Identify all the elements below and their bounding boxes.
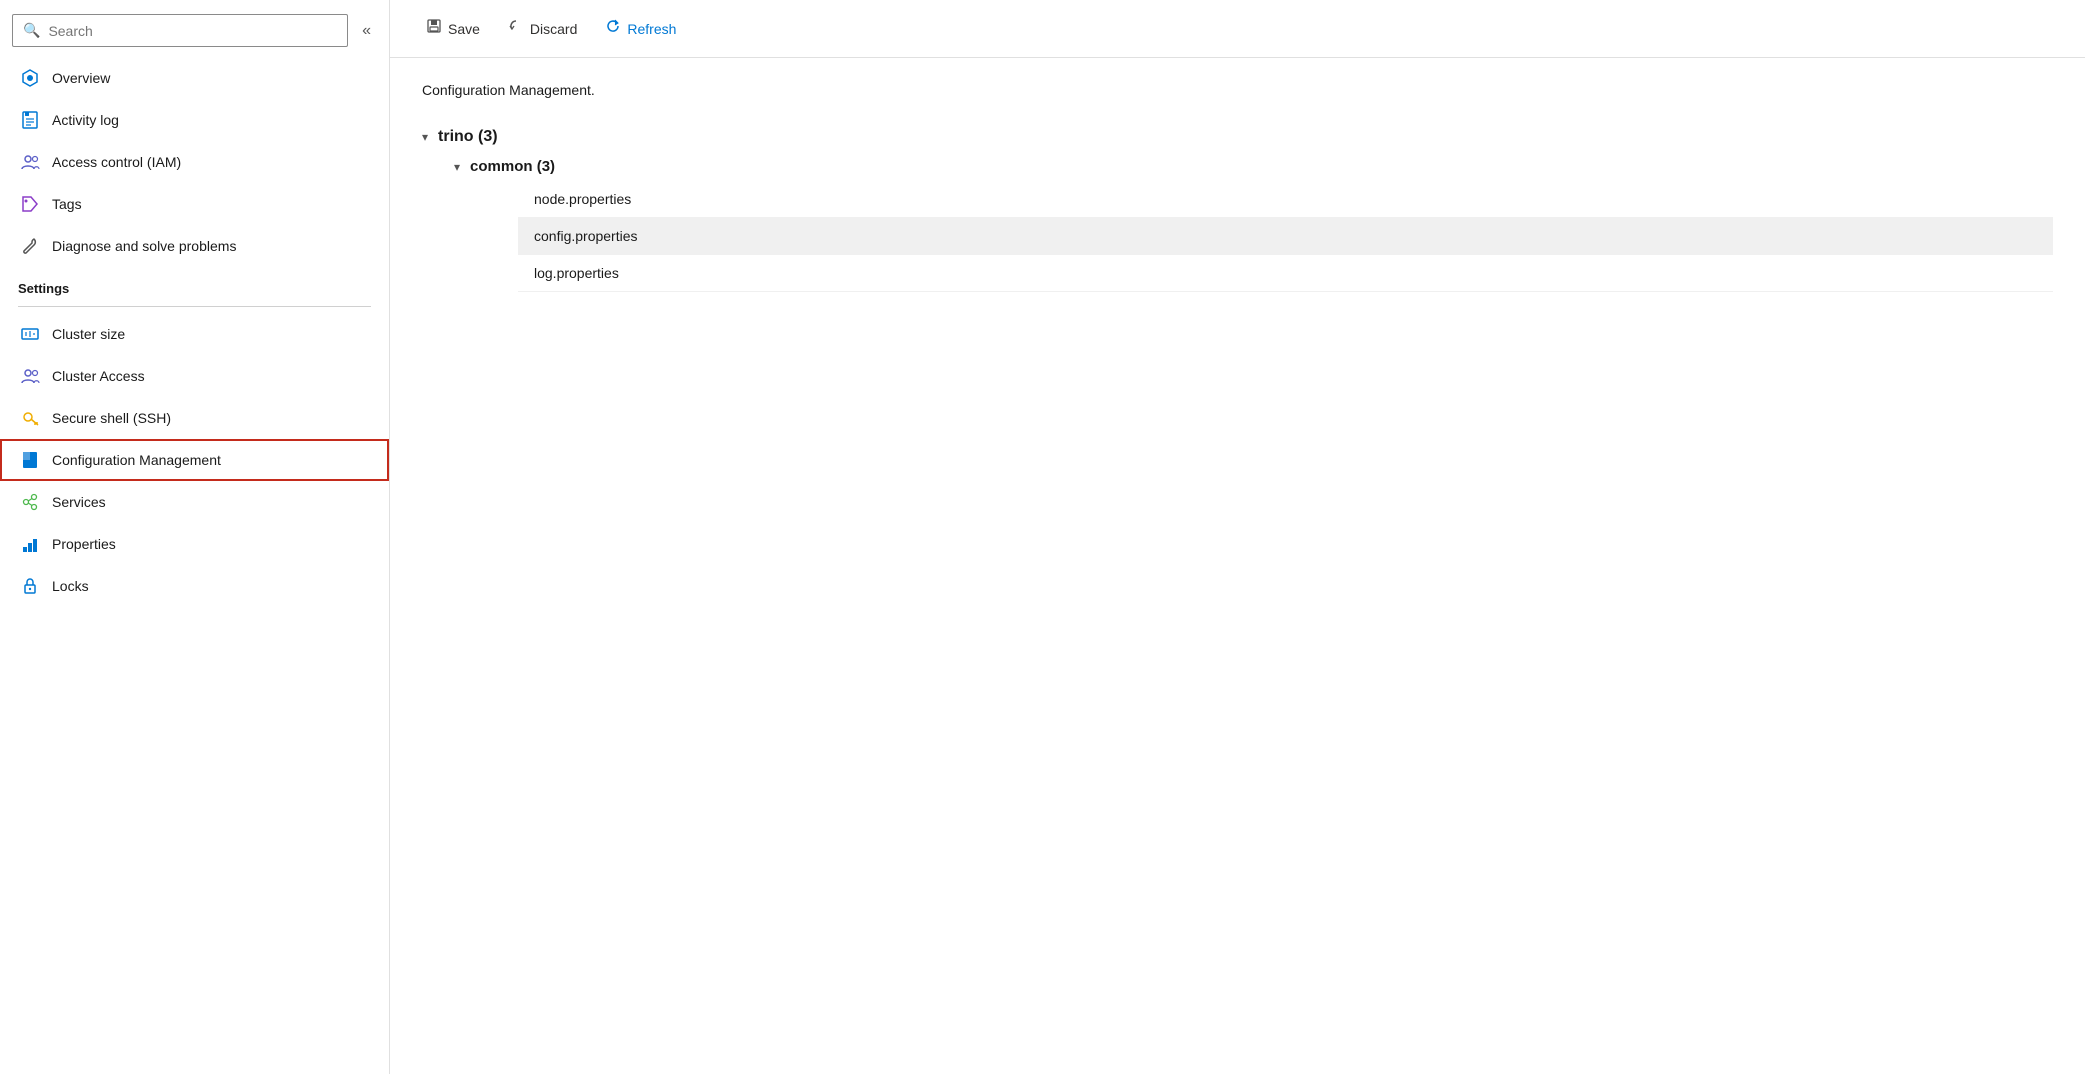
activity-log-icon (20, 110, 40, 130)
sidebar-item-configuration-management[interactable]: Configuration Management (0, 439, 389, 481)
tag-icon (20, 194, 40, 214)
tree-level2-common-label: common (3) (470, 158, 555, 175)
search-input[interactable] (48, 23, 337, 39)
discard-button[interactable]: Discard (496, 12, 589, 45)
tree-root: ▾ trino (3) ▾ common (3) node.properties… (422, 122, 2053, 292)
content-area: Configuration Management. ▾ trino (3) ▾ … (390, 58, 2085, 1074)
sidebar-item-tags-label: Tags (52, 196, 82, 212)
settings-section-header: Settings (0, 267, 389, 302)
cluster-size-icon (20, 324, 40, 344)
sidebar-item-services[interactable]: Services (0, 481, 389, 523)
main-content: Save Discard Refresh Configuration Manag (390, 0, 2085, 1074)
trino-chevron-icon: ▾ (422, 130, 428, 144)
tree-level2-common-header[interactable]: ▾ common (3) (454, 152, 2053, 181)
file-config-properties[interactable]: config.properties (518, 218, 2053, 255)
sidebar-item-locks[interactable]: Locks (0, 565, 389, 607)
sidebar-item-cluster-access-label: Cluster Access (52, 368, 145, 384)
sidebar-item-diagnose-label: Diagnose and solve problems (52, 238, 236, 254)
file-node-properties[interactable]: node.properties (518, 181, 2053, 218)
discard-icon (508, 18, 524, 39)
file-log-properties[interactable]: log.properties (518, 255, 2053, 292)
sidebar-item-properties[interactable]: Properties (0, 523, 389, 565)
search-box[interactable]: 🔍 (12, 14, 348, 47)
discard-label: Discard (530, 21, 577, 37)
refresh-label: Refresh (627, 21, 676, 37)
toolbar: Save Discard Refresh (390, 0, 2085, 58)
sidebar-item-secure-shell-label: Secure shell (SSH) (52, 410, 171, 426)
sidebar-item-access-control[interactable]: Access control (IAM) (0, 141, 389, 183)
people-icon (20, 152, 40, 172)
sidebar-item-configuration-management-label: Configuration Management (52, 452, 221, 468)
file-config-properties-label: config.properties (534, 228, 638, 244)
sidebar-item-overview-label: Overview (52, 70, 110, 86)
tree-level2-common: ▾ common (3) node.properties config.prop… (454, 152, 2053, 292)
refresh-button[interactable]: Refresh (593, 12, 688, 45)
save-icon (426, 18, 442, 39)
sidebar-item-services-label: Services (52, 494, 106, 510)
sidebar-item-activity-log-label: Activity log (52, 112, 119, 128)
sidebar-item-properties-label: Properties (52, 536, 116, 552)
sidebar-item-cluster-size-label: Cluster size (52, 326, 125, 342)
settings-divider (18, 306, 371, 307)
properties-icon (20, 534, 40, 554)
common-chevron-icon: ▾ (454, 160, 460, 174)
tree-files: node.properties config.properties log.pr… (518, 181, 2053, 292)
collapse-sidebar-button[interactable]: « (356, 18, 377, 44)
key-icon (20, 408, 40, 428)
file-node-properties-label: node.properties (534, 191, 631, 207)
nav-list: Overview Activity log (0, 57, 389, 1074)
content-title: Configuration Management. (422, 82, 2053, 98)
tree-level1-trino[interactable]: ▾ trino (3) (422, 122, 2053, 152)
configuration-management-icon (20, 450, 40, 470)
save-button[interactable]: Save (414, 12, 492, 45)
sidebar-item-secure-shell[interactable]: Secure shell (SSH) (0, 397, 389, 439)
sidebar-item-diagnose[interactable]: Diagnose and solve problems (0, 225, 389, 267)
sidebar-item-tags[interactable]: Tags (0, 183, 389, 225)
lock-icon (20, 576, 40, 596)
services-icon (20, 492, 40, 512)
sidebar: 🔍 « Overview (0, 0, 390, 1074)
sidebar-item-cluster-access[interactable]: Cluster Access (0, 355, 389, 397)
sidebar-item-overview[interactable]: Overview (0, 57, 389, 99)
sidebar-item-cluster-size[interactable]: Cluster size (0, 313, 389, 355)
search-icon: 🔍 (23, 22, 40, 39)
refresh-icon (605, 18, 621, 39)
wrench-icon (20, 236, 40, 256)
search-area: 🔍 « (0, 0, 389, 57)
sidebar-item-activity-log[interactable]: Activity log (0, 99, 389, 141)
cluster-access-icon (20, 366, 40, 386)
sidebar-item-locks-label: Locks (52, 578, 89, 594)
save-label: Save (448, 21, 480, 37)
sidebar-item-access-control-label: Access control (IAM) (52, 154, 181, 170)
tree-level1-trino-label: trino (3) (438, 128, 498, 146)
hexagon-icon (20, 68, 40, 88)
file-log-properties-label: log.properties (534, 265, 619, 281)
